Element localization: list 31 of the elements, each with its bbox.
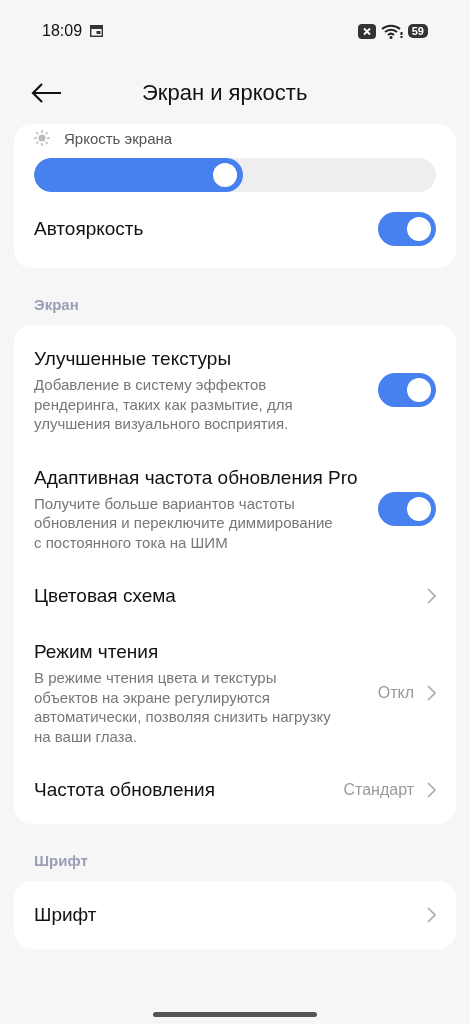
brightness-label: Яркость экрана — [64, 129, 173, 147]
setting-title[interactable]: Режим чтения — [34, 640, 366, 664]
setting-title[interactable]: Шрифт — [34, 903, 414, 927]
setting-title[interactable]: Цветовая схема — [34, 584, 414, 608]
wifi-icon — [380, 23, 403, 39]
sun-icon — [34, 130, 50, 146]
back-arrow-icon[interactable] — [30, 81, 62, 105]
setting-title[interactable]: Улучшенные текстуры — [34, 347, 366, 371]
section-header: Экран — [33, 295, 80, 315]
chevron-right-icon — [426, 782, 436, 798]
toggle-switch[interactable] — [378, 212, 436, 246]
setting-value: Стандарт — [343, 781, 414, 799]
brightness-slider[interactable] — [34, 158, 436, 192]
no-sim-icon — [357, 23, 376, 39]
page-title: Экран и яркость — [142, 80, 308, 106]
setting-title[interactable]: Частота обновления — [34, 778, 332, 802]
setting-description: Получите больше вариантов частоты обновления и переключите диммирование с постоянного тока на ШИМ — [34, 493, 334, 552]
chevron-right-icon — [426, 685, 436, 701]
chevron-right-icon — [426, 907, 436, 923]
toggle-switch[interactable] — [378, 491, 436, 526]
setting-description: Добавление в систему эффектов рендеринга, таких как размытие, для улучшения визуального восприятия. — [34, 375, 294, 434]
setting-title[interactable]: Адаптивная частота обновления Pro — [34, 465, 366, 490]
setting-title[interactable]: Автояркость — [34, 217, 366, 241]
chevron-right-icon — [426, 588, 436, 604]
setting-value: Откл — [377, 684, 414, 702]
section-header: Шрифт — [33, 851, 89, 871]
status-time: 18:09 — [42, 22, 83, 40]
toggle-switch[interactable] — [378, 373, 436, 408]
setting-description: В режиме чтения цвета и текстуры объектов на экране регулируются автоматически, позволяя снизить нагрузку на ваши глаза. — [34, 668, 332, 746]
calendar-icon — [90, 25, 104, 37]
battery-level: 59 — [407, 24, 428, 38]
